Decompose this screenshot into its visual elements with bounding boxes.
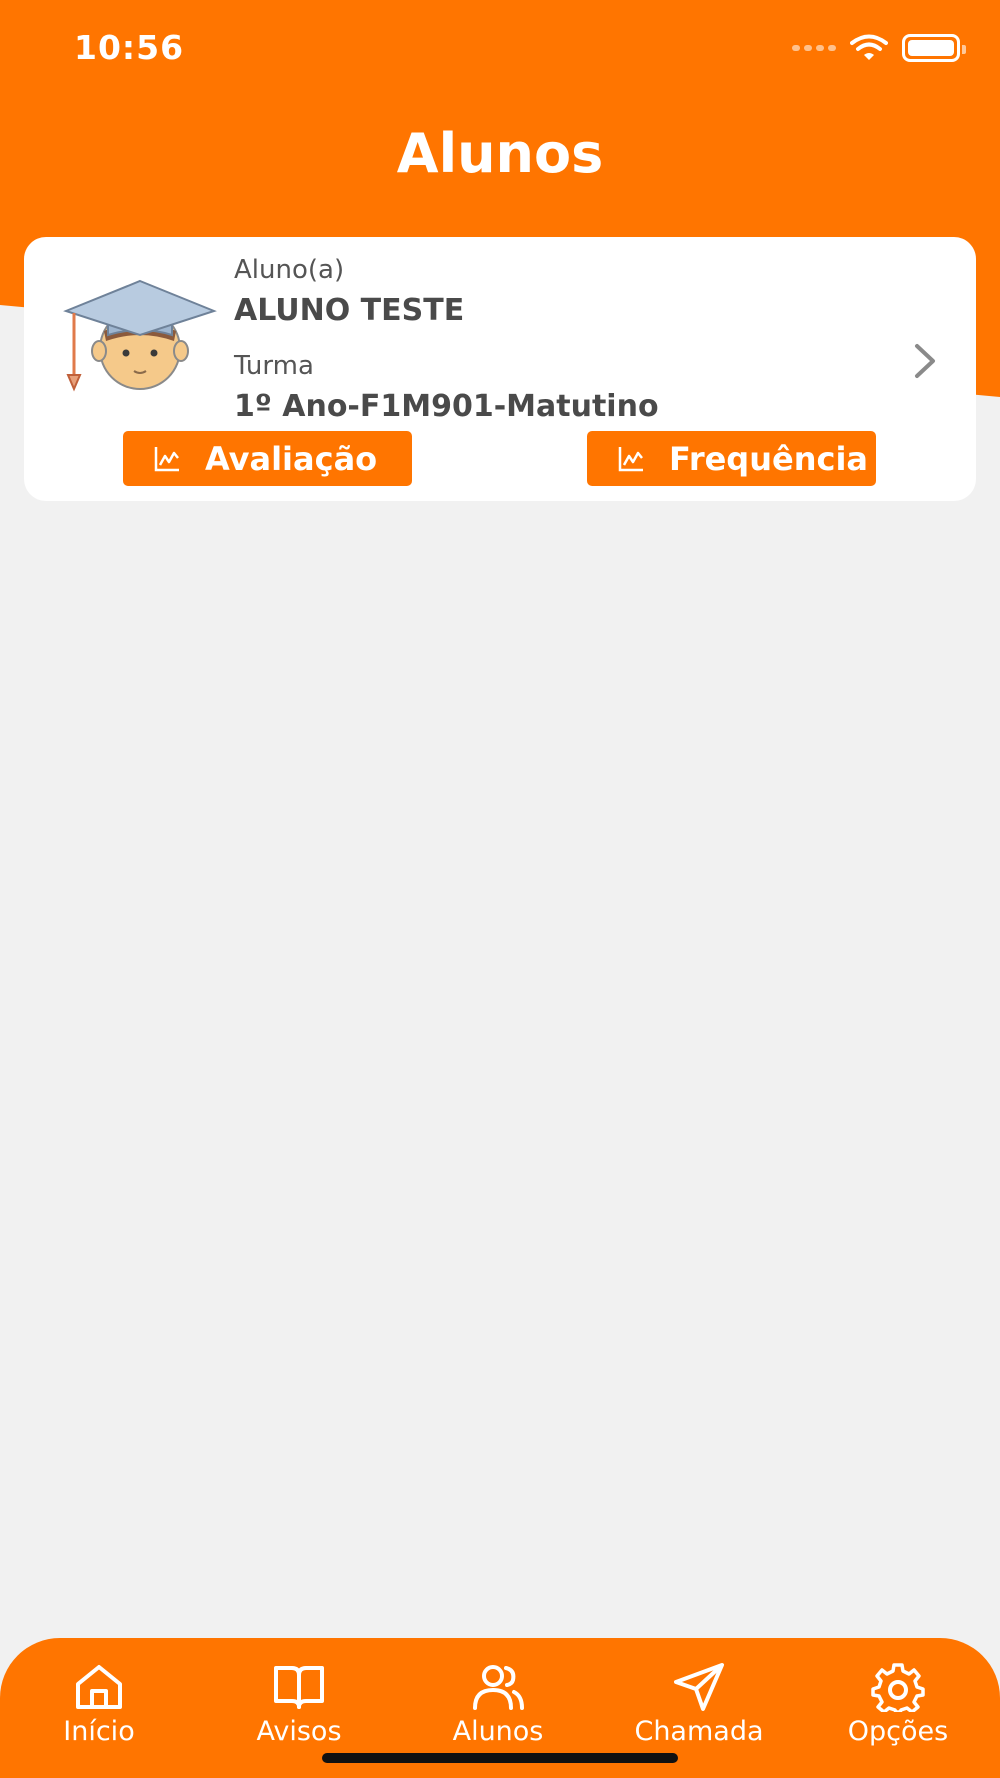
battery-icon [902,34,966,62]
tab-label: Início [63,1716,135,1747]
tab-alunos[interactable]: Alunos [408,1662,588,1747]
class-label: Turma [234,351,314,381]
tab-label: Opções [847,1716,949,1747]
class-name: 1º Ano-F1M901-Matutino [234,389,659,424]
tab-label: Chamada [634,1716,764,1747]
tab-avisos[interactable]: Avisos [209,1662,389,1747]
attendance-button[interactable]: Frequência [587,431,876,486]
send-icon [674,1663,724,1711]
evaluation-button-label: Avaliação [205,439,378,478]
student-name: ALUNO TESTE [234,293,465,328]
student-card[interactable]: Aluno(a) ALUNO TESTE Turma 1º Ano-F1M901… [24,237,976,501]
status-time: 10:56 [74,28,185,67]
users-icon [473,1665,524,1710]
home-indicator [322,1753,678,1763]
wifi-icon [850,34,888,60]
line-chart-icon [154,446,179,471]
cellular-signal-icon [792,45,836,51]
book-icon [274,1666,324,1709]
page-title: Alunos [396,122,604,185]
attendance-button-label: Frequência [669,439,868,478]
line-chart-icon [618,446,643,471]
tab-label: Avisos [256,1716,342,1747]
chevron-right-icon[interactable] [912,341,938,381]
home-icon [76,1665,122,1709]
tab-chamada[interactable]: Chamada [609,1662,789,1747]
tab-label: Alunos [452,1716,544,1747]
gear-icon [871,1663,925,1712]
tab-inicio[interactable]: Início [9,1662,189,1747]
student-label: Aluno(a) [234,255,345,285]
evaluation-button[interactable]: Avaliação [123,431,412,486]
status-icons [792,34,966,62]
graduate-avatar-icon [63,279,217,392]
tab-opcoes[interactable]: Opções [808,1662,988,1747]
